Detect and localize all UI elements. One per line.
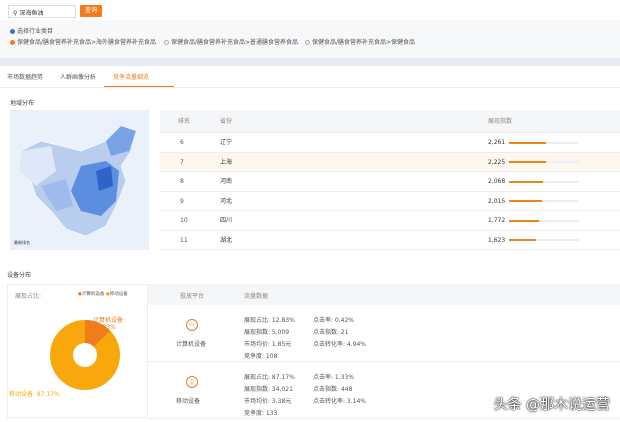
tab-market-trend[interactable]: 市场数据趋势 — [7, 72, 43, 81]
region-table-row: 10 四川 1,772 — [160, 211, 620, 231]
watermark: 头条 @那木说运营 — [493, 397, 610, 413]
province: 辽宁 — [220, 139, 233, 146]
index-value: 2,015 — [488, 192, 580, 212]
index-bar — [509, 180, 580, 183]
radio-icon — [10, 40, 15, 45]
index-bar — [509, 141, 580, 144]
metric: 展现指数: 5,009 — [244, 329, 290, 336]
device-pie-panel: 展现占比: ●计算机设备 ●移动设备 计算机设备: 12.83% 移动设备: 87… — [7, 284, 148, 418]
index-bar — [509, 200, 580, 202]
info-icon — [10, 29, 15, 34]
index-bar — [509, 239, 580, 241]
pie-mobile-label: 移动设备: 87.17% — [9, 391, 60, 398]
region-table-header: 排名 省份 展现指数 — [160, 110, 620, 133]
region-table-row: 9 河北 2,015 — [160, 192, 620, 212]
header-index[interactable]: 展现指数 — [488, 110, 512, 133]
rank: 9 — [180, 197, 184, 205]
region-table-row: 7 上海 2,225 — [160, 152, 620, 173]
region-table-row: 8 河南 2,068 — [160, 172, 620, 192]
region-table-row: 6 辽宁 2,261 — [160, 133, 620, 153]
monitor-icon: ▭ — [186, 319, 198, 331]
metric: 点击率: 1.33% — [313, 374, 354, 381]
index-value: 2,068 — [488, 172, 580, 192]
metric: 点击转化率: 3.14% — [313, 398, 366, 405]
tabs-divider — [0, 87, 620, 88]
device-table-header: 投放平台 流量数据 — [148, 284, 620, 305]
device-row: ▭ 计算机设备 展现占比: 12.83% 点击率: 0.42% 展现指数: 5,009… — [148, 305, 620, 362]
query-button[interactable]: 查询 — [80, 5, 102, 17]
index-value: 1,623 — [488, 231, 580, 251]
province: 湖北 — [220, 236, 233, 244]
header-province: 省份 — [220, 118, 233, 125]
category-option-3[interactable]: 保健食品/膳食营养补充食品>保健食品 — [305, 37, 415, 46]
radio-icon — [305, 40, 310, 45]
mobile-icon: ▯ — [186, 376, 198, 388]
metric: 竞争度: 133 — [244, 410, 278, 417]
tab-competition[interactable]: 竞争流量细览 — [113, 72, 149, 81]
device-pie-chart — [50, 320, 120, 390]
metric: 展现指数: 34,021 — [244, 386, 293, 393]
rank: 6 — [180, 139, 184, 146]
search-input[interactable]: ⚲ 深海鱼油 — [8, 5, 76, 18]
region-table-row: 11 湖北 1,623 — [160, 231, 620, 251]
metric: 市场均价: 1.85元 — [244, 341, 292, 348]
province: 河北 — [220, 197, 233, 205]
index-value: 2,225 — [488, 153, 580, 173]
index-value: 2,261 — [488, 133, 580, 153]
device-name: 移动设备 — [176, 398, 201, 405]
index-value: 1,772 — [488, 211, 580, 231]
metric: 点击指数: 21 — [313, 329, 349, 336]
province: 河南 — [220, 178, 233, 185]
province: 四川 — [220, 217, 233, 224]
category-filter: 选择行业类目 保健食品/膳食营养补充食品>海外膳食营养补充食品 保健食品/膳食营… — [0, 20, 620, 58]
metric: 点击指数: 448 — [313, 386, 353, 393]
metric: 市场均价: 3.38元 — [244, 398, 292, 405]
device-title: 设备分布 — [7, 272, 32, 279]
radio-icon — [164, 40, 169, 45]
province: 上海 — [220, 158, 233, 166]
device-name: 计算机设备 — [176, 341, 207, 348]
index-bar — [509, 219, 580, 222]
filter-title: 选择行业类目 — [10, 26, 53, 35]
rank: 10 — [180, 217, 188, 224]
metric: 点击率: 0.42% — [313, 317, 354, 324]
category-option-2[interactable]: 保健食品/膳食营养补充食品>普通膳食营养食品 — [164, 37, 298, 46]
metric: 展现占比: 87.17% — [244, 374, 295, 381]
header-rank: 排名 — [178, 118, 191, 125]
region-title: 地域分布 — [10, 100, 35, 107]
pie-pc-label: 计算机设备: 12.83% — [93, 317, 126, 331]
category-option-1[interactable]: 保健食品/膳食营养补充食品>海外膳食营养补充食品 — [10, 37, 156, 46]
index-bar — [509, 161, 580, 163]
metric: 展现占比: 12.83% — [244, 317, 295, 324]
tab-audience[interactable]: 人群画像分析 — [60, 72, 96, 81]
pie-hole — [73, 343, 97, 367]
metric: 点击转化率: 4.94% — [313, 341, 366, 348]
map-legend: 最新排名 — [14, 240, 30, 245]
rank: 11 — [180, 236, 188, 244]
rank: 7 — [180, 158, 184, 166]
china-map[interactable]: 最新排名 — [10, 110, 149, 250]
map-svg — [18, 125, 137, 237]
metric: 竞争度: 108 — [244, 353, 278, 360]
divider-band — [0, 58, 620, 66]
rank: 8 — [180, 178, 184, 185]
